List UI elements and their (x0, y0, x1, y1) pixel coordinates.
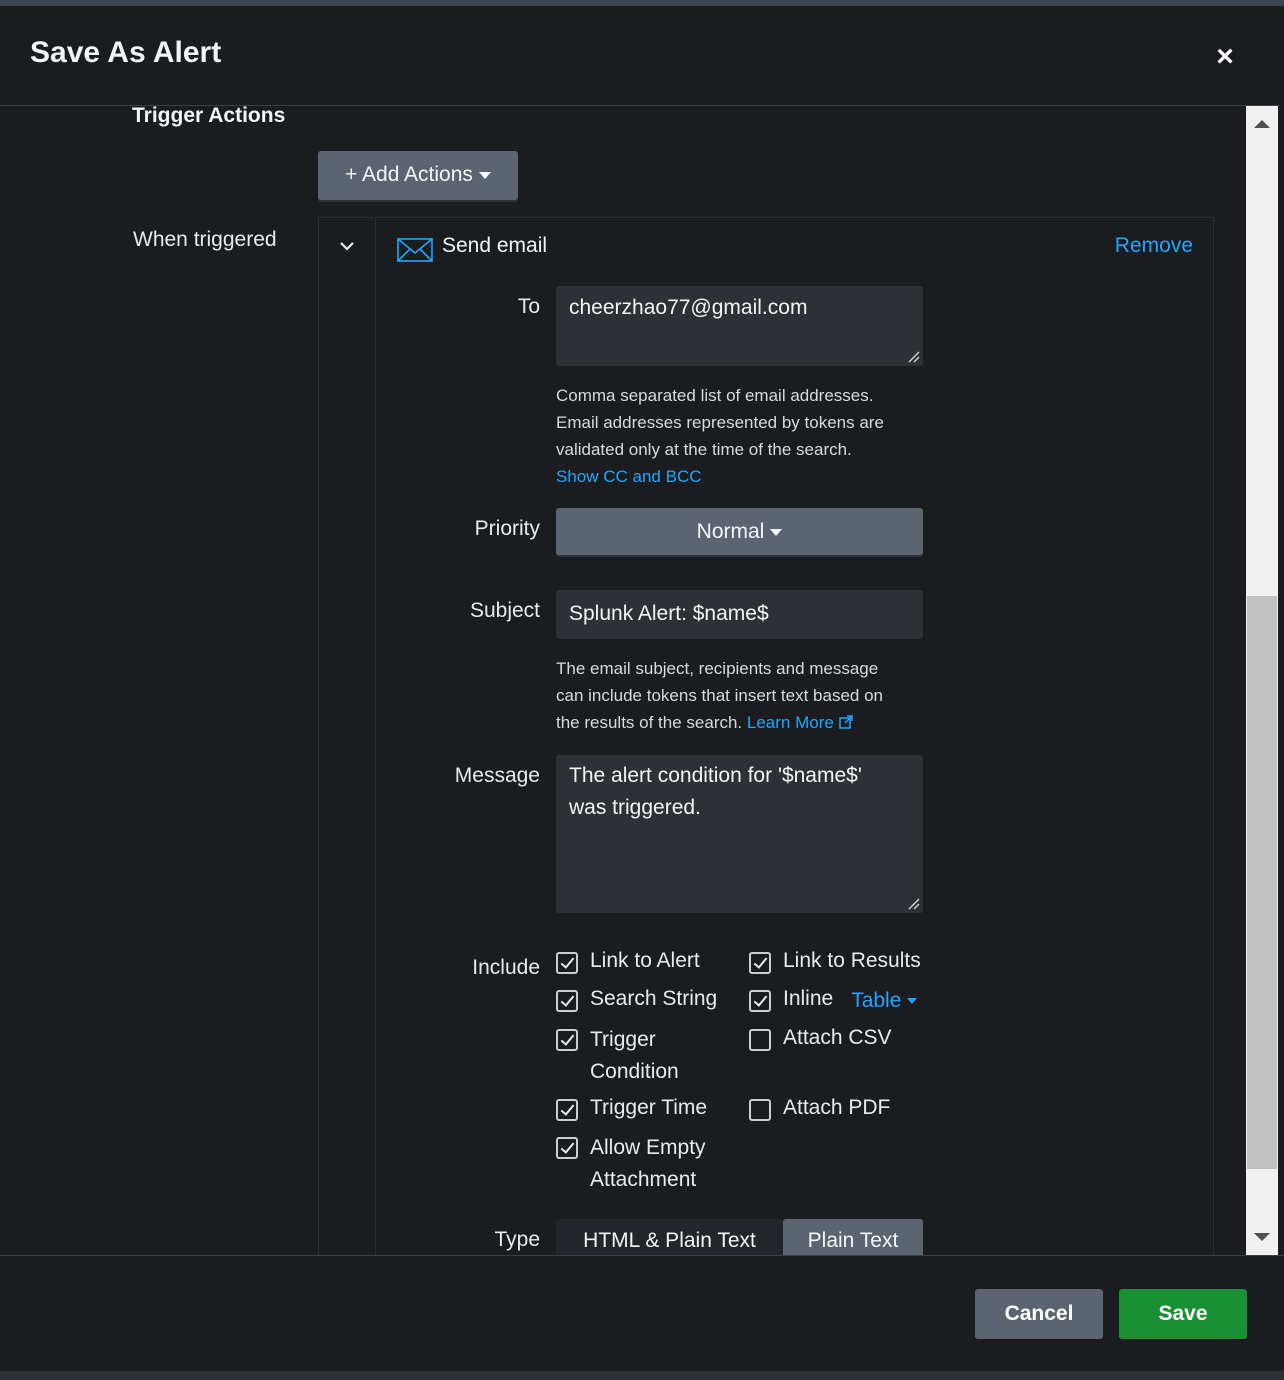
scroll-down-arrow-icon[interactable] (1246, 1225, 1278, 1255)
subject-help-text-end: the results of the search. (556, 713, 743, 732)
type-plain-text-button[interactable]: Plain Text (783, 1219, 923, 1255)
priority-label: Priority (474, 517, 540, 540)
subject-help-line: The email subject, recipients and messag… (556, 659, 879, 678)
add-actions-label: + Add Actions (345, 163, 473, 186)
checkbox-label: Trigger Condition (590, 1024, 679, 1088)
type-label: Type (494, 1228, 540, 1251)
learn-more-link[interactable]: Learn More (747, 713, 853, 732)
to-field[interactable]: cheerzhao77@gmail.com (556, 286, 923, 366)
include-trigger-condition[interactable]: Trigger Condition (556, 1028, 679, 1088)
checkbox-checked[interactable] (749, 952, 771, 974)
checkbox-label-line: Allow Empty (590, 1136, 706, 1159)
checkbox-label: Attach PDF (783, 1096, 891, 1119)
cancel-button[interactable]: Cancel (975, 1289, 1103, 1339)
vertical-scrollbar[interactable] (1246, 106, 1278, 1255)
include-inline[interactable]: Inline Table (749, 987, 918, 1013)
include-attach-pdf[interactable]: Attach PDF (749, 1096, 890, 1122)
when-triggered-label: When triggered (133, 228, 277, 251)
priority-value: Normal (696, 520, 765, 543)
envelope-icon (397, 238, 433, 262)
to-value: cheerzhao77@gmail.com (569, 296, 808, 319)
type-html-plain-button[interactable]: HTML & Plain Text (556, 1219, 783, 1255)
to-help-line: validated only at the time of the search… (556, 440, 852, 459)
checkbox-unchecked[interactable] (749, 1099, 771, 1121)
include-allow-empty-attachment[interactable]: Allow Empty Attachment (556, 1136, 706, 1196)
checkbox-label: Trigger Time (590, 1096, 708, 1119)
to-label: To (517, 295, 540, 318)
subject-help-line: the results of the search. Learn More (556, 709, 946, 736)
caret-down-icon (907, 998, 918, 1005)
to-help-line: Comma separated list of email addresses. (556, 386, 874, 405)
checkbox-label-line: Trigger (590, 1028, 656, 1051)
checkbox-label: Inline (783, 987, 834, 1010)
checkbox-unchecked[interactable] (749, 1029, 771, 1051)
scroll-up-arrow-icon[interactable] (1246, 106, 1278, 136)
checkbox-label-line: Condition (590, 1060, 679, 1083)
checkbox-label-line: Attachment (590, 1168, 697, 1191)
include-link-to-results[interactable]: Link to Results (749, 949, 921, 975)
subject-value: Splunk Alert: $name$ (569, 602, 769, 625)
checkbox-checked[interactable] (749, 990, 771, 1012)
to-help-line: Email addresses represented by tokens ar… (556, 413, 884, 432)
send-email-action-panel: Send email Remove To cheerzhao77@gmail.c… (318, 217, 1214, 1255)
window-bottom-edge (0, 1371, 1284, 1380)
learn-more-label: Learn More (746, 713, 834, 732)
message-textarea[interactable]: The alert condition for '$name$' was tri… (556, 755, 923, 913)
checkbox-checked[interactable] (556, 1099, 578, 1121)
checkbox-label: Link to Results (783, 949, 921, 972)
include-search-string[interactable]: Search String (556, 987, 717, 1013)
close-icon[interactable]: × (1210, 42, 1240, 72)
caret-down-icon (478, 171, 491, 179)
dialog-body[interactable]: Trigger Actions + Add Actions When trigg… (0, 106, 1246, 1255)
checkbox-checked[interactable] (556, 1137, 578, 1159)
dialog-header: Save As Alert × (0, 6, 1280, 106)
include-attach-csv[interactable]: Attach CSV (749, 1026, 892, 1052)
send-email-title: Send email (442, 234, 548, 257)
panel-gutter (319, 218, 376, 1255)
include-link-to-alert[interactable]: Link to Alert (556, 949, 700, 975)
checkbox-checked[interactable] (556, 1029, 578, 1051)
resize-handle-icon[interactable] (908, 351, 920, 363)
inline-format-dropdown[interactable]: Table (851, 989, 918, 1013)
checkbox-checked[interactable] (556, 952, 578, 974)
checkbox-label: Allow Empty Attachment (590, 1132, 706, 1196)
resize-handle-icon[interactable] (908, 898, 920, 910)
trigger-actions-heading: Trigger Actions (132, 106, 286, 127)
include-trigger-time[interactable]: Trigger Time (556, 1096, 707, 1122)
message-line: The alert condition for '$name$' (569, 764, 862, 787)
subject-help-text: The email subject, recipients and messag… (556, 655, 946, 736)
chevron-down-icon[interactable] (339, 238, 355, 254)
show-cc-bcc-link[interactable]: Show CC and BCC (556, 463, 936, 490)
inline-format-value: Table (851, 989, 902, 1012)
remove-action-link[interactable]: Remove (1115, 234, 1193, 258)
save-button[interactable]: Save (1119, 1289, 1247, 1339)
dialog-title: Save As Alert (30, 36, 222, 69)
dialog-footer: Cancel Save (0, 1255, 1284, 1372)
add-actions-button[interactable]: + Add Actions (318, 151, 518, 200)
priority-dropdown[interactable]: Normal (556, 508, 923, 555)
caret-down-icon (770, 528, 783, 536)
type-toggle-group: HTML & Plain Text Plain Text (556, 1219, 923, 1255)
checkbox-label: Attach CSV (783, 1026, 892, 1049)
checkbox-label: Link to Alert (590, 949, 700, 972)
checkbox-checked[interactable] (556, 990, 578, 1012)
subject-help-line: can include tokens that insert text base… (556, 686, 883, 705)
subject-label: Subject (469, 599, 540, 622)
to-help-text: Comma separated list of email addresses.… (556, 382, 936, 490)
subject-input[interactable]: Splunk Alert: $name$ (556, 590, 923, 639)
message-label: Message (454, 764, 540, 787)
external-link-icon (838, 715, 853, 729)
include-label: Include (472, 956, 540, 979)
checkbox-label: Search String (590, 987, 718, 1010)
scrollbar-thumb[interactable] (1247, 596, 1277, 1169)
message-line: was triggered. (569, 796, 701, 819)
